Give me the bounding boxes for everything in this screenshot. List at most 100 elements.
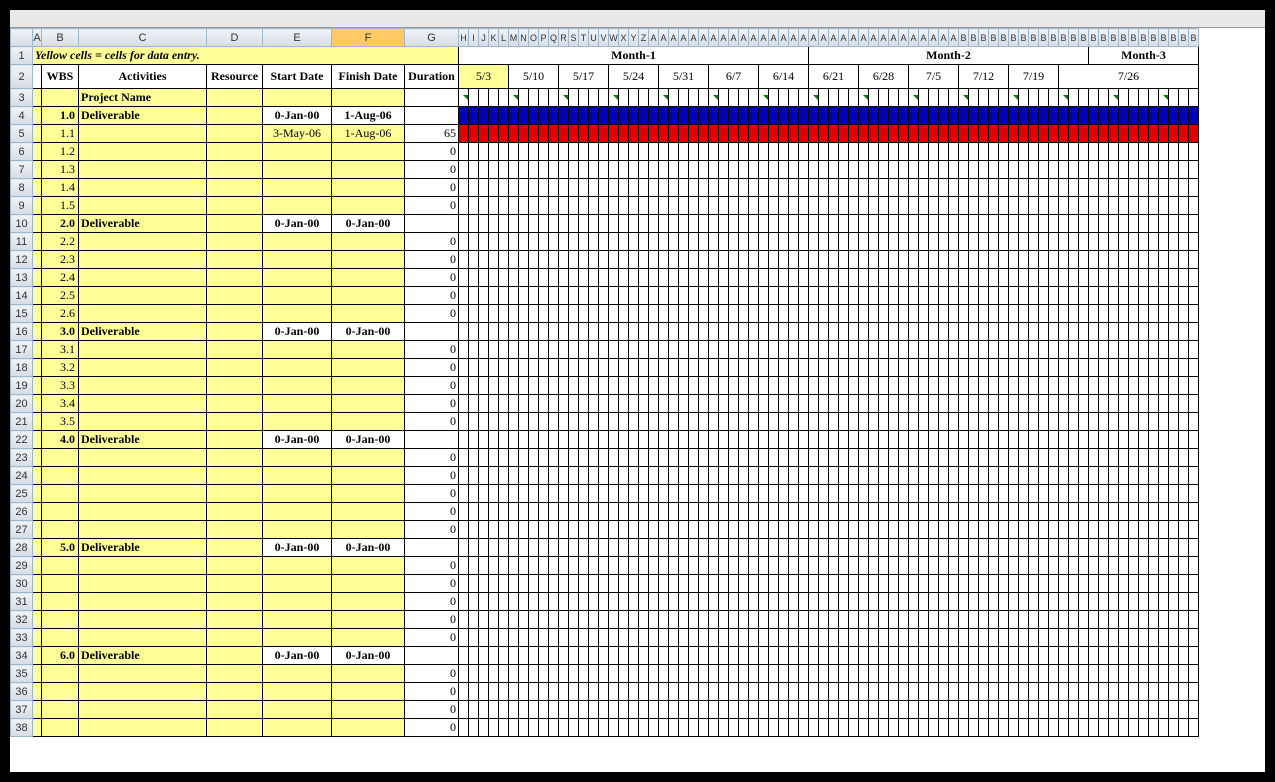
gantt-cell-6-2[interactable]	[479, 143, 489, 161]
col-head-narrow-27[interactable]: A	[729, 29, 739, 47]
gantt-cell-8-7[interactable]	[529, 179, 539, 197]
gantt-cell-34-44[interactable]	[899, 647, 909, 665]
gantt-cell-38-3[interactable]	[489, 719, 499, 737]
gantt-cell-4-26[interactable]	[719, 107, 729, 125]
gantt-cell-31-26[interactable]	[719, 593, 729, 611]
gantt-cell-37-37[interactable]	[829, 701, 839, 719]
cell-E3[interactable]	[263, 89, 332, 107]
gantt-cell-31-23[interactable]	[689, 593, 699, 611]
gantt-cell-27-9[interactable]	[549, 521, 559, 539]
gantt-cell-5-17[interactable]	[629, 125, 639, 143]
wbs-cell-4[interactable]: 1.0	[42, 107, 79, 125]
gantt-cell-24-17[interactable]	[629, 467, 639, 485]
col-head-narrow-49[interactable]: A	[949, 29, 959, 47]
gantt-cell-10-38[interactable]	[839, 215, 849, 233]
cell-A6[interactable]	[33, 143, 42, 161]
gantt-cell-4-12[interactable]	[579, 107, 589, 125]
gantt-cell-12-35[interactable]	[809, 251, 819, 269]
gantt-cell-24-40[interactable]	[859, 467, 869, 485]
gantt-cell-19-46[interactable]	[919, 377, 929, 395]
gantt-cell-35-38[interactable]	[839, 665, 849, 683]
gantt-cell-14-12[interactable]	[579, 287, 589, 305]
gantt-cell-6-63[interactable]	[1089, 143, 1099, 161]
gantt-cell-34-53[interactable]	[989, 647, 999, 665]
gantt-cell-19-69[interactable]	[1149, 377, 1159, 395]
gantt-cell-11-54[interactable]	[999, 233, 1009, 251]
day-cell-3-2[interactable]	[479, 89, 489, 107]
gantt-cell-11-52[interactable]	[979, 233, 989, 251]
gantt-cell-15-50[interactable]	[959, 305, 969, 323]
cell-A16[interactable]	[33, 323, 42, 341]
gantt-cell-18-60[interactable]	[1059, 359, 1069, 377]
col-head-narrow-47[interactable]: A	[929, 29, 939, 47]
gantt-cell-7-5[interactable]	[509, 161, 519, 179]
gantt-cell-17-26[interactable]	[719, 341, 729, 359]
gantt-cell-18-3[interactable]	[489, 359, 499, 377]
gantt-cell-28-3[interactable]	[489, 539, 499, 557]
col-head-narrow-29[interactable]: A	[749, 29, 759, 47]
gantt-cell-16-44[interactable]	[899, 323, 909, 341]
gantt-cell-20-39[interactable]	[849, 395, 859, 413]
cell-A19[interactable]	[33, 377, 42, 395]
gantt-cell-9-32[interactable]	[779, 197, 789, 215]
gantt-cell-10-13[interactable]	[589, 215, 599, 233]
gantt-cell-19-27[interactable]	[729, 377, 739, 395]
wbs-cell-36[interactable]	[42, 683, 79, 701]
col-head-narrow-38[interactable]: A	[839, 29, 849, 47]
gantt-cell-33-49[interactable]	[949, 629, 959, 647]
gantt-cell-35-21[interactable]	[669, 665, 679, 683]
gantt-cell-6-35[interactable]	[809, 143, 819, 161]
gantt-cell-4-40[interactable]	[859, 107, 869, 125]
gantt-cell-38-15[interactable]	[609, 719, 619, 737]
gantt-cell-8-8[interactable]	[539, 179, 549, 197]
gantt-cell-27-65[interactable]	[1109, 521, 1119, 539]
gantt-cell-19-65[interactable]	[1109, 377, 1119, 395]
gantt-cell-16-65[interactable]	[1109, 323, 1119, 341]
gantt-cell-24-64[interactable]	[1099, 467, 1109, 485]
cell-A26[interactable]	[33, 503, 42, 521]
gantt-cell-7-57[interactable]	[1029, 161, 1039, 179]
resource-cell-15[interactable]	[207, 305, 263, 323]
gantt-cell-37-15[interactable]	[609, 701, 619, 719]
gantt-cell-27-2[interactable]	[479, 521, 489, 539]
col-head-narrow-33[interactable]: A	[789, 29, 799, 47]
gantt-cell-6-52[interactable]	[979, 143, 989, 161]
gantt-cell-18-32[interactable]	[779, 359, 789, 377]
gantt-cell-26-20[interactable]	[659, 503, 669, 521]
gantt-cell-27-32[interactable]	[779, 521, 789, 539]
gantt-cell-6-30[interactable]	[759, 143, 769, 161]
gantt-cell-32-29[interactable]	[749, 611, 759, 629]
gantt-cell-38-71[interactable]	[1169, 719, 1179, 737]
gantt-cell-8-45[interactable]	[909, 179, 919, 197]
gantt-cell-9-37[interactable]	[829, 197, 839, 215]
gantt-cell-23-47[interactable]	[929, 449, 939, 467]
gantt-cell-10-40[interactable]	[859, 215, 869, 233]
gantt-cell-35-61[interactable]	[1069, 665, 1079, 683]
gantt-cell-27-15[interactable]	[609, 521, 619, 539]
gantt-cell-9-61[interactable]	[1069, 197, 1079, 215]
gantt-cell-28-57[interactable]	[1029, 539, 1039, 557]
gantt-cell-12-54[interactable]	[999, 251, 1009, 269]
gantt-cell-36-19[interactable]	[649, 683, 659, 701]
gantt-cell-28-6[interactable]	[519, 539, 529, 557]
gantt-cell-8-29[interactable]	[749, 179, 759, 197]
gantt-cell-15-42[interactable]	[879, 305, 889, 323]
gantt-cell-26-61[interactable]	[1069, 503, 1079, 521]
resource-cell-9[interactable]	[207, 197, 263, 215]
gantt-cell-22-39[interactable]	[849, 431, 859, 449]
gantt-cell-6-41[interactable]	[869, 143, 879, 161]
gantt-cell-11-19[interactable]	[649, 233, 659, 251]
gantt-cell-13-59[interactable]	[1049, 269, 1059, 287]
gantt-cell-13-8[interactable]	[539, 269, 549, 287]
gantt-cell-34-56[interactable]	[1019, 647, 1029, 665]
gantt-cell-15-46[interactable]	[919, 305, 929, 323]
gantt-cell-30-14[interactable]	[599, 575, 609, 593]
finish-cell-13[interactable]	[332, 269, 405, 287]
gantt-cell-14-55[interactable]	[1009, 287, 1019, 305]
gantt-cell-16-27[interactable]	[729, 323, 739, 341]
gantt-cell-33-28[interactable]	[739, 629, 749, 647]
resource-cell-22[interactable]	[207, 431, 263, 449]
resource-cell-12[interactable]	[207, 251, 263, 269]
gantt-cell-7-64[interactable]	[1099, 161, 1109, 179]
gantt-cell-28-65[interactable]	[1109, 539, 1119, 557]
